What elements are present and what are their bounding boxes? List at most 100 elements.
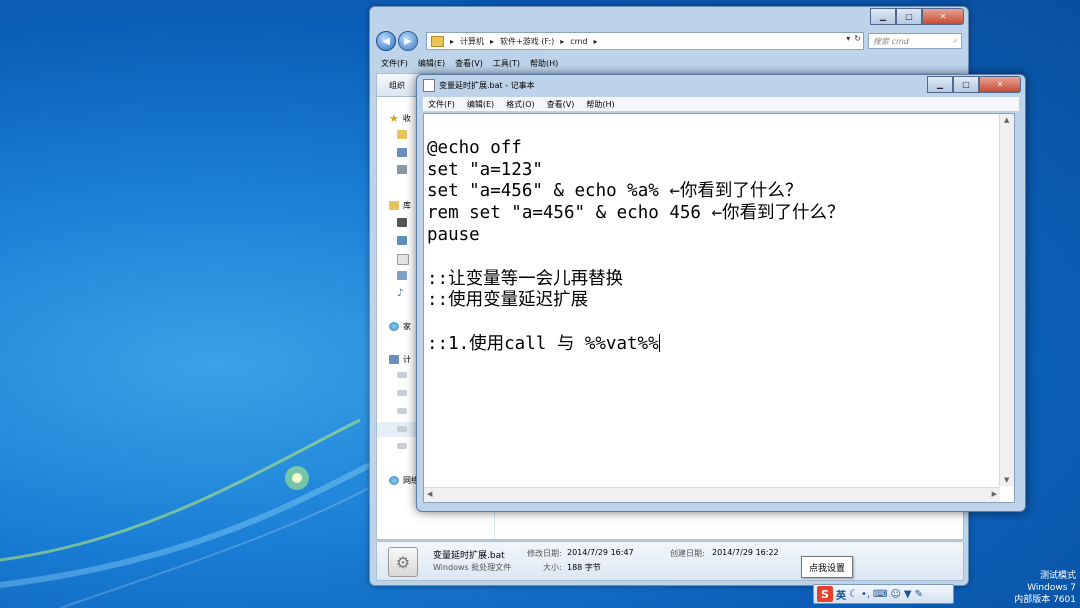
library-icon — [389, 201, 399, 210]
test-mode-watermark: 测试模式 Windows 7 内部版本 7601 — [1014, 571, 1076, 605]
punctuation-icon[interactable]: •, — [861, 589, 870, 600]
status-filename: 变量延时扩展.bat — [433, 551, 505, 561]
text-line: pause — [427, 224, 480, 245]
text-caret — [658, 333, 660, 352]
status-size-label: 大小: — [543, 563, 562, 572]
menu-help[interactable]: 帮助(H) — [586, 99, 614, 110]
minimize-button[interactable]: ▁ — [870, 8, 896, 25]
notepad-caption-buttons: ▁ □ ✕ — [927, 76, 1021, 93]
minimize-button[interactable]: ▁ — [927, 76, 953, 93]
nav-sub[interactable] — [397, 165, 407, 174]
explorer-address-row: ◀ ▶ ▸ 计算机 ▸ 软件+游戏 (F:) ▸ cmd ▸ ▾ ↻ 搜索 cm… — [376, 31, 962, 51]
menu-file[interactable]: 文件(F) — [381, 58, 408, 69]
nav-sub[interactable] — [397, 130, 407, 139]
sogou-logo-icon[interactable]: S — [817, 586, 833, 602]
refresh-icon[interactable]: ↻ — [854, 34, 861, 43]
nav-sub[interactable] — [397, 443, 407, 449]
nav-sub[interactable] — [397, 148, 407, 157]
notepad-menu-bar: 文件(F) 编辑(E) 格式(O) 查看(V) 帮助(H) — [423, 97, 1019, 111]
drive-icon — [397, 426, 407, 432]
folder-icon — [431, 35, 444, 47]
text-line: ::1.使用call 与 %%vat%% — [427, 333, 659, 354]
details-pane: ⚙ 变量延时扩展.bat Windows 批处理文件 修改日期: 2014/7/… — [376, 541, 964, 581]
menu-edit[interactable]: 编辑(E) — [467, 99, 494, 110]
back-icon[interactable]: ◀ — [376, 31, 396, 51]
address-bar[interactable]: ▸ 计算机 ▸ 软件+游戏 (F:) ▸ cmd ▸ ▾ ↻ — [426, 32, 864, 50]
menu-help[interactable]: 帮助(H) — [530, 58, 558, 69]
text-line: rem set "a=456" & echo 456 ←你看到了什么？ — [427, 203, 845, 224]
notepad-text-area[interactable]: @echo off set "a=123" set "a=456" & echo %… — [423, 113, 1015, 503]
moon-icon[interactable]: ☾ — [849, 589, 858, 600]
chevron-right-icon: ▸ — [560, 36, 565, 46]
forward-icon[interactable]: ▶ — [398, 31, 418, 51]
menu-view[interactable]: 查看(V) — [547, 99, 575, 110]
nav-sub[interactable] — [397, 236, 407, 245]
status-size: 188 字节 — [567, 563, 601, 572]
desktop-icon — [397, 148, 407, 157]
drive-icon — [397, 372, 407, 378]
wrench-icon[interactable]: ✎ — [915, 589, 923, 600]
breadcrumb-computer[interactable]: 计算机 — [460, 36, 484, 47]
homegroup-icon — [389, 322, 399, 331]
music-icon: ♪ — [397, 288, 404, 299]
status-created: 2014/7/29 16:22 — [712, 548, 779, 557]
folder-icon — [397, 130, 407, 139]
nav-network[interactable]: 网络 — [389, 475, 419, 486]
organize-button[interactable]: 组织 — [389, 80, 405, 91]
vertical-scrollbar[interactable]: ▲ ▼ — [999, 114, 1014, 486]
chevron-down-icon[interactable]: ▾ — [846, 34, 850, 43]
close-button[interactable]: ✕ — [979, 76, 1021, 93]
text-line: ::让变量等一会儿再替换 — [427, 268, 624, 289]
chevron-right-icon: ▸ — [593, 36, 598, 46]
menu-edit[interactable]: 编辑(E) — [418, 58, 445, 69]
nav-sub[interactable] — [397, 254, 409, 265]
notepad-text[interactable]: @echo off set "a=123" set "a=456" & echo %… — [427, 116, 997, 399]
breadcrumb-drive[interactable]: 软件+游戏 (F:) — [500, 36, 554, 47]
breadcrumb-cmd[interactable]: cmd — [570, 37, 587, 46]
menu-file[interactable]: 文件(F) — [428, 99, 455, 110]
scroll-down-icon[interactable]: ▼ — [1004, 476, 1009, 484]
horizontal-scrollbar[interactable]: ◀ ▶ — [424, 487, 1000, 502]
skin-icon[interactable]: ▼ — [904, 589, 912, 600]
scroll-right-icon[interactable]: ▶ — [992, 490, 997, 498]
drive-icon — [397, 390, 407, 396]
close-button[interactable]: ✕ — [922, 8, 964, 25]
menu-view[interactable]: 查看(V) — [455, 58, 483, 69]
text-line — [427, 312, 997, 334]
nav-sub[interactable] — [397, 271, 407, 280]
explorer-menu-bar: 文件(F) 编辑(E) 查看(V) 工具(T) 帮助(H) — [376, 56, 962, 70]
notepad-title: 变量延时扩展.bat - 记事本 — [439, 81, 535, 90]
document-icon — [397, 254, 409, 265]
menu-tools[interactable]: 工具(T) — [493, 58, 520, 69]
computer-icon — [389, 355, 399, 364]
search-input[interactable]: 搜索 cmd ⌕ — [868, 33, 962, 49]
nav-homegroup[interactable]: 家 — [389, 321, 411, 332]
nav-libraries[interactable]: 库 — [389, 200, 411, 211]
nav-favorites[interactable]: ★ 收 — [389, 112, 411, 125]
user-icon[interactable]: ☺ — [890, 589, 900, 600]
status-created-label: 创建日期: — [670, 549, 705, 558]
status-filetype: Windows 批处理文件 — [433, 563, 512, 572]
nav-computer[interactable]: 计 — [389, 354, 411, 365]
nav-sub[interactable] — [397, 390, 407, 396]
network-icon — [389, 476, 399, 485]
nav-sub[interactable]: ♪ — [397, 288, 403, 299]
nav-sub[interactable] — [397, 426, 407, 432]
nav-sub[interactable] — [397, 218, 407, 227]
notepad-icon — [423, 79, 435, 92]
ime-toolbar[interactable]: S 英 ☾ •, ⌨ ☺ ▼ ✎ — [813, 584, 954, 604]
scroll-left-icon[interactable]: ◀ — [427, 490, 432, 498]
scroll-up-icon[interactable]: ▲ — [1004, 116, 1009, 124]
nav-sub[interactable] — [397, 408, 407, 414]
maximize-button[interactable]: □ — [896, 8, 922, 25]
text-line: set "a=123" — [427, 159, 543, 180]
ime-lang-toggle[interactable]: 英 — [836, 587, 846, 602]
notepad-window[interactable]: 变量延时扩展.bat - 记事本 ▁ □ ✕ 文件(F) 编辑(E) 格式(O)… — [416, 74, 1026, 512]
star-icon: ★ — [389, 112, 399, 125]
menu-format[interactable]: 格式(O) — [506, 99, 535, 110]
nav-sub[interactable] — [397, 372, 407, 378]
maximize-button[interactable]: □ — [953, 76, 979, 93]
status-modified-label: 修改日期: — [527, 549, 562, 558]
text-line: set "a=456" & echo %a% ←你看到了什么？ — [427, 181, 803, 202]
keyboard-icon[interactable]: ⌨ — [873, 589, 887, 600]
